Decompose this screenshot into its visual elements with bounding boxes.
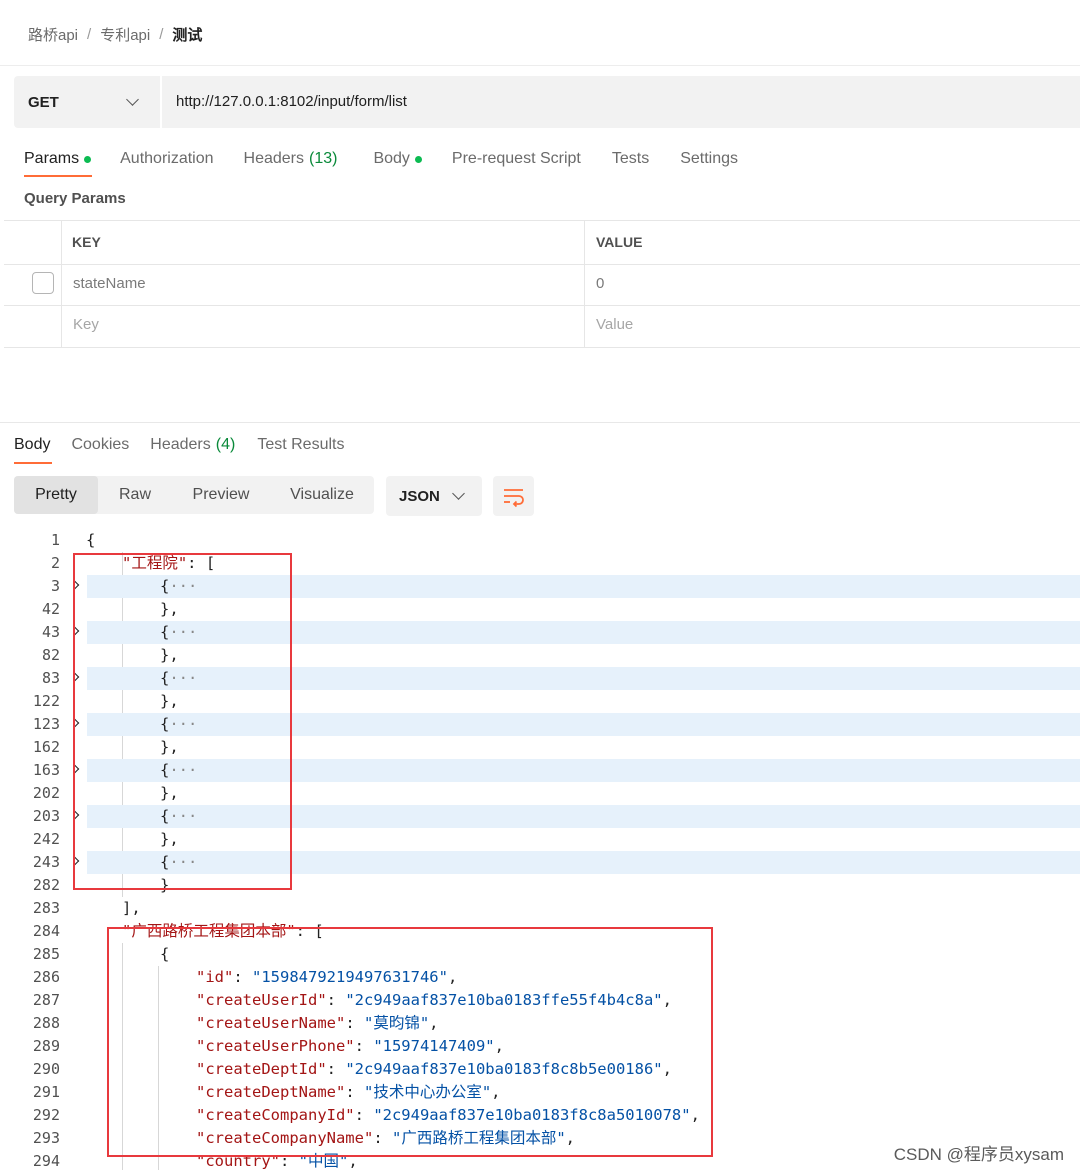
url-input[interactable]: http://127.0.0.1:8102/input/form/list xyxy=(176,76,407,128)
response-tabs: Body Cookies Headers (4) Test Results xyxy=(14,436,344,454)
table-row: stateName 0 xyxy=(4,264,1080,306)
line-number: 293 xyxy=(32,1129,60,1147)
params-active-dot-icon xyxy=(84,155,92,163)
method-label: GET xyxy=(28,93,59,111)
new-value-input[interactable]: Value xyxy=(596,316,633,333)
line-number: 286 xyxy=(32,968,60,986)
preview-button[interactable]: Preview xyxy=(172,476,270,514)
column-header-value: VALUE xyxy=(596,234,643,250)
active-response-tab-underline xyxy=(14,462,52,464)
line-number: 242 xyxy=(32,830,60,848)
raw-button[interactable]: Raw xyxy=(98,476,172,514)
tab-response-body[interactable]: Body xyxy=(14,436,50,454)
breadcrumb-separator: / xyxy=(159,25,164,43)
line-number: 289 xyxy=(32,1037,60,1055)
tab-params-label: Params xyxy=(24,150,80,167)
tab-headers[interactable]: Headers (13) xyxy=(244,150,338,168)
watermark: CSDN @程序员xysam xyxy=(893,1145,1064,1164)
method-select[interactable]: GET xyxy=(14,76,162,128)
line-number: 43 xyxy=(41,623,60,641)
tab-body-label: Body xyxy=(373,150,410,167)
line-number: 162 xyxy=(32,738,60,756)
line-number: 83 xyxy=(41,669,60,687)
format-select[interactable]: JSON xyxy=(386,476,482,516)
breadcrumb-current-request[interactable]: 测试 xyxy=(172,24,202,45)
breadcrumb-collection[interactable]: 路桥api xyxy=(28,24,78,45)
param-enable-checkbox[interactable] xyxy=(32,272,54,294)
response-body-editor[interactable]: 1 { 2 "工程院": [ 3 {··· 42}, 43 {··· 82}, 83… xyxy=(0,529,1080,1170)
highlight-box-group2 xyxy=(107,927,713,1157)
tab-body[interactable]: Body xyxy=(373,150,422,168)
breadcrumb-folder[interactable]: 专利api xyxy=(100,24,150,45)
chevron-down-icon xyxy=(126,93,139,106)
column-divider xyxy=(61,220,62,348)
visualize-button[interactable]: Visualize xyxy=(270,476,374,514)
table-header-row: KEY VALUE xyxy=(4,220,1080,265)
line-number: 284 xyxy=(32,922,60,940)
column-header-key: KEY xyxy=(72,234,101,250)
line-number: 3 xyxy=(50,577,60,595)
tab-response-headers-label: Headers xyxy=(150,436,211,453)
line-number: 202 xyxy=(32,784,60,802)
column-divider xyxy=(584,220,585,348)
line-number: 287 xyxy=(32,991,60,1009)
tab-headers-count: (13) xyxy=(309,150,338,167)
line-number: 292 xyxy=(32,1106,60,1124)
line-number: 294 xyxy=(32,1152,60,1170)
tab-tests[interactable]: Tests xyxy=(612,150,649,168)
table-row-new: Key Value xyxy=(4,306,1080,348)
line-number: 243 xyxy=(32,853,60,871)
code-text: { xyxy=(86,531,96,549)
code-line: 283], xyxy=(0,897,1080,920)
tab-settings[interactable]: Settings xyxy=(680,150,738,168)
line-number: 283 xyxy=(32,899,60,917)
tab-headers-label: Headers xyxy=(243,150,304,167)
line-number: 163 xyxy=(32,761,60,779)
line-number: 123 xyxy=(32,715,60,733)
line-number: 282 xyxy=(32,876,60,894)
line-number: 122 xyxy=(32,692,60,710)
active-tab-underline xyxy=(24,175,92,177)
param-key-cell[interactable]: stateName xyxy=(73,275,146,292)
param-value-cell[interactable]: 0 xyxy=(596,275,604,292)
header-divider xyxy=(0,65,1080,66)
tab-response-headers-count: (4) xyxy=(215,436,236,453)
breadcrumb: 路桥api / 专利api / 测试 xyxy=(28,24,202,44)
tab-prerequest-script[interactable]: Pre-request Script xyxy=(452,150,581,168)
line-number: 291 xyxy=(32,1083,60,1101)
view-mode-toggle: Pretty Raw Preview Visualize xyxy=(14,476,374,514)
query-params-title: Query Params xyxy=(24,190,126,207)
format-label: JSON xyxy=(399,487,440,505)
line-number: 285 xyxy=(32,945,60,963)
line-number: 203 xyxy=(32,807,60,825)
tab-authorization[interactable]: Authorization xyxy=(120,150,213,168)
word-wrap-icon xyxy=(504,489,524,508)
line-number: 288 xyxy=(32,1014,60,1032)
pane-divider[interactable] xyxy=(0,422,1080,423)
tab-cookies[interactable]: Cookies xyxy=(71,436,129,454)
line-number: 42 xyxy=(41,600,60,618)
word-wrap-button[interactable] xyxy=(493,476,534,516)
line-number: 1 xyxy=(50,531,60,549)
body-active-dot-icon xyxy=(414,155,422,163)
tab-response-headers[interactable]: Headers (4) xyxy=(150,436,235,454)
request-tabs: Params Authorization Headers (13) Body P… xyxy=(24,148,738,170)
breadcrumb-separator: / xyxy=(87,25,92,43)
new-key-input[interactable]: Key xyxy=(73,316,99,333)
tab-params[interactable]: Params xyxy=(24,150,92,168)
line-number: 2 xyxy=(50,554,60,572)
line-number: 82 xyxy=(41,646,60,664)
highlight-box-group1 xyxy=(73,553,292,890)
pretty-button[interactable]: Pretty xyxy=(14,476,98,514)
tab-test-results[interactable]: Test Results xyxy=(257,436,344,454)
request-bar: GET http://127.0.0.1:8102/input/form/lis… xyxy=(14,76,1080,128)
code-line: 1 { xyxy=(0,529,1080,552)
line-number: 290 xyxy=(32,1060,60,1078)
chevron-down-icon xyxy=(452,487,465,500)
query-params-table: KEY VALUE stateName 0 Key Value xyxy=(4,220,1080,348)
